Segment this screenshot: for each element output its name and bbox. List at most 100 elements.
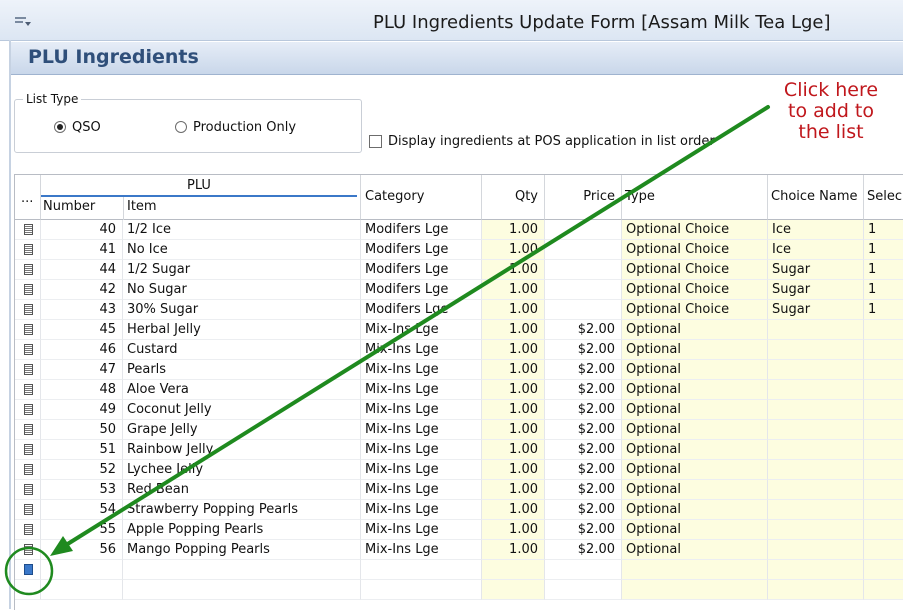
row-record-icon[interactable]	[24, 284, 33, 295]
row-selector[interactable]	[15, 420, 41, 440]
cell-price[interactable]: $2.00	[545, 420, 622, 440]
cell-number[interactable]: 48	[41, 380, 123, 400]
cell-price[interactable]: $2.00	[545, 440, 622, 460]
cell-choice-name[interactable]	[768, 520, 864, 540]
cell-type[interactable]: Optional	[622, 540, 768, 560]
cell-type[interactable]: Optional	[622, 320, 768, 340]
cell-select[interactable]	[864, 500, 903, 520]
column-header-price[interactable]: Price	[545, 175, 622, 220]
cell-number[interactable]: 51	[41, 440, 123, 460]
cell-category[interactable]: Modifers Lge	[361, 220, 482, 240]
cell-price[interactable]	[545, 240, 622, 260]
cell-category[interactable]: Mix-Ins Lge	[361, 540, 482, 560]
table-row[interactable]: 40 1/2 Ice Modifers Lge 1.00 Optional Choice…	[15, 220, 903, 240]
row-record-icon[interactable]	[24, 384, 33, 395]
radio-production-only[interactable]: Production Only	[175, 118, 296, 136]
radio-qso-dot[interactable]	[54, 121, 66, 133]
cell-choice-name[interactable]	[768, 440, 864, 460]
table-row[interactable]: 42 No Sugar Modifers Lge 1.00 Optional Choic…	[15, 280, 903, 300]
cell-category[interactable]: Mix-Ins Lge	[361, 360, 482, 380]
cell-select[interactable]: 1	[864, 220, 903, 240]
row-record-icon[interactable]	[24, 224, 33, 235]
table-row[interactable]: 51 Rainbow Jelly Mix-Ins Lge 1.00 $2.00 Optio…	[15, 440, 903, 460]
cell-number[interactable]: 41	[41, 240, 123, 260]
row-selector[interactable]	[15, 280, 41, 300]
cell-qty[interactable]: 1.00	[482, 460, 545, 480]
cell-select[interactable]	[864, 480, 903, 500]
cell-category[interactable]	[361, 560, 482, 580]
cell-select[interactable]	[864, 360, 903, 380]
table-row[interactable]: 44 1/2 Sugar Modifers Lge 1.00 Optional Choi…	[15, 260, 903, 280]
cell-item[interactable]: Lychee Jelly	[123, 460, 361, 480]
cell-qty[interactable]	[482, 560, 545, 580]
column-header-number[interactable]: Number	[43, 199, 95, 214]
cell-category[interactable]: Mix-Ins Lge	[361, 340, 482, 360]
cell-item[interactable]: Rainbow Jelly	[123, 440, 361, 460]
cell-item[interactable]: 30% Sugar	[123, 300, 361, 320]
cell-number[interactable]	[41, 580, 123, 600]
cell-qty[interactable]: 1.00	[482, 300, 545, 320]
cell-choice-name[interactable]	[768, 400, 864, 420]
column-header-type[interactable]: Type	[622, 175, 768, 220]
cell-qty[interactable]: 1.00	[482, 260, 545, 280]
cell-category[interactable]: Mix-Ins Lge	[361, 520, 482, 540]
cell-item[interactable]: No Sugar	[123, 280, 361, 300]
cell-number[interactable]: 54	[41, 500, 123, 520]
cell-choice-name[interactable]	[768, 320, 864, 340]
cell-category[interactable]: Mix-Ins Lge	[361, 460, 482, 480]
cell-type[interactable]: Optional Choice	[622, 240, 768, 260]
window-menu-icon[interactable]	[14, 14, 32, 28]
cell-choice-name[interactable]	[768, 580, 864, 600]
table-row[interactable]: 52 Lychee Jelly Mix-Ins Lge 1.00 $2.00 Option…	[15, 460, 903, 480]
row-selector[interactable]	[15, 560, 41, 580]
cell-select[interactable]	[864, 540, 903, 560]
cell-price[interactable]: $2.00	[545, 500, 622, 520]
row-selector[interactable]	[15, 220, 41, 240]
cell-item[interactable]	[123, 580, 361, 600]
row-selector[interactable]	[15, 580, 41, 600]
cell-item[interactable]: Mango Popping Pearls	[123, 540, 361, 560]
cell-qty[interactable]: 1.00	[482, 320, 545, 340]
radio-production-only-dot[interactable]	[175, 121, 187, 133]
table-row[interactable]: 56 Mango Popping Pearls Mix-Ins Lge 1.00 $2.…	[15, 540, 903, 560]
table-row[interactable]: 41 No Ice Modifers Lge 1.00 Optional Choice I…	[15, 240, 903, 260]
cell-price[interactable]: $2.00	[545, 320, 622, 340]
cell-category[interactable]: Mix-Ins Lge	[361, 320, 482, 340]
column-header-item[interactable]: Item	[127, 199, 157, 214]
cell-qty[interactable]: 1.00	[482, 420, 545, 440]
row-selector[interactable]	[15, 260, 41, 280]
cell-item[interactable]: Pearls	[123, 360, 361, 380]
cell-type[interactable]: Optional	[622, 360, 768, 380]
cell-type[interactable]: Optional	[622, 500, 768, 520]
row-selector[interactable]	[15, 540, 41, 560]
cell-item[interactable]: 1/2 Sugar	[123, 260, 361, 280]
column-header-choice-name[interactable]: Choice Name	[768, 175, 864, 220]
row-selector[interactable]	[15, 500, 41, 520]
radio-qso[interactable]: QSO	[54, 118, 101, 136]
cell-type[interactable]: Optional	[622, 400, 768, 420]
cell-qty[interactable]	[482, 580, 545, 600]
row-record-icon[interactable]	[24, 444, 33, 455]
cell-price[interactable]: $2.00	[545, 480, 622, 500]
cell-select[interactable]	[864, 580, 903, 600]
cell-price[interactable]: $2.00	[545, 520, 622, 540]
add-row-icon[interactable]	[24, 564, 33, 575]
cell-type[interactable]	[622, 560, 768, 580]
cell-select[interactable]: 1	[864, 240, 903, 260]
cell-type[interactable]: Optional	[622, 380, 768, 400]
row-selector[interactable]	[15, 360, 41, 380]
cell-number[interactable]: 50	[41, 420, 123, 440]
row-record-icon[interactable]	[24, 464, 33, 475]
table-row[interactable]: 50 Grape Jelly Mix-Ins Lge 1.00 $2.00 Optiona…	[15, 420, 903, 440]
cell-type[interactable]: Optional	[622, 520, 768, 540]
cell-choice-name[interactable]	[768, 500, 864, 520]
cell-choice-name[interactable]: Ice	[768, 240, 864, 260]
cell-category[interactable]: Mix-Ins Lge	[361, 380, 482, 400]
cell-choice-name[interactable]	[768, 540, 864, 560]
cell-item[interactable]: No Ice	[123, 240, 361, 260]
table-row[interactable]: 48 Aloe Vera Mix-Ins Lge 1.00 $2.00 Optional	[15, 380, 903, 400]
cell-select[interactable]	[864, 440, 903, 460]
empty-row[interactable]	[15, 580, 903, 600]
cell-qty[interactable]: 1.00	[482, 540, 545, 560]
table-row[interactable]: 55 Apple Popping Pearls Mix-Ins Lge 1.00 $2.…	[15, 520, 903, 540]
